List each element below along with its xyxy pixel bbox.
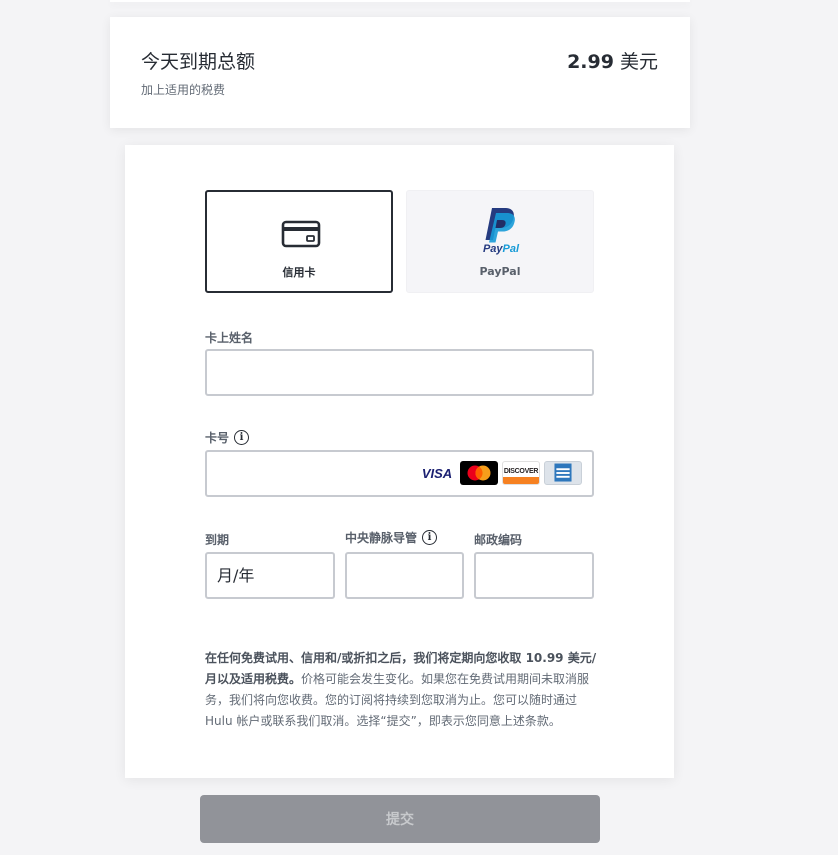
card-number-info-icon[interactable]: i	[234, 430, 250, 445]
zip-label: 邮政编码	[474, 531, 522, 548]
svg-text:PayPal: PayPal	[483, 243, 520, 255]
zip-input[interactable]	[474, 552, 594, 599]
paypal-logo-icon: PayPal	[483, 208, 520, 255]
order-summary-card: 今天到期总额 2.99 美元 加上适用的税费	[110, 17, 690, 128]
cvv-label: 中央静脉导管 i	[345, 529, 438, 546]
submit-button[interactable]: 提交	[200, 795, 600, 843]
card-number-label-text: 卡号	[205, 431, 230, 445]
previous-card-edge	[110, 0, 690, 2]
expiry-input[interactable]	[205, 552, 335, 599]
cvv-info-icon[interactable]: i	[422, 530, 438, 545]
tax-note: 加上适用的税费	[141, 83, 226, 97]
name-on-card-label-text: 卡上姓名	[205, 331, 254, 345]
credit-card-label: 信用卡	[282, 266, 316, 279]
expiry-label-text: 到期	[205, 533, 230, 547]
paypal-option[interactable]: PayPal PayPal	[406, 190, 594, 293]
due-today-title: 今天到期总额	[141, 51, 256, 73]
cvv-label-text: 中央静脉导管	[345, 531, 418, 545]
name-on-card-input[interactable]	[205, 349, 594, 396]
billing-disclaimer: 在任何免费试用、信用和/或折扣之后，我们将定期向您收取 10.99 美元/月以及…	[205, 648, 605, 732]
cvv-input[interactable]	[345, 552, 464, 599]
paypal-label: PayPal	[479, 265, 521, 278]
amex-logo-icon	[544, 461, 582, 485]
discover-logo-text: DISCOVER	[503, 468, 539, 475]
visa-logo-icon: VISA	[421, 465, 453, 481]
expiry-label: 到期	[205, 531, 229, 548]
name-on-card-label: 卡上姓名	[205, 329, 253, 346]
card-brand-logos: VISA DISCOVER	[418, 461, 582, 485]
credit-card-option[interactable]: 信用卡	[205, 190, 393, 293]
payment-form-card: 信用卡 PayPal PayPal 卡上姓名 卡号 i VISA DISCOVE…	[125, 145, 674, 778]
amount-currency: 美元	[613, 51, 658, 73]
discover-logo-icon: DISCOVER	[502, 461, 540, 485]
due-today-amount: 2.99 美元	[567, 47, 658, 74]
credit-card-icon	[281, 220, 321, 248]
amount-value: 2.99	[567, 51, 614, 73]
card-number-input[interactable]: VISA DISCOVER	[205, 450, 594, 497]
card-number-label: 卡号 i	[205, 429, 250, 446]
zip-label-text: 邮政编码	[474, 533, 523, 547]
mastercard-logo-icon	[460, 461, 498, 485]
